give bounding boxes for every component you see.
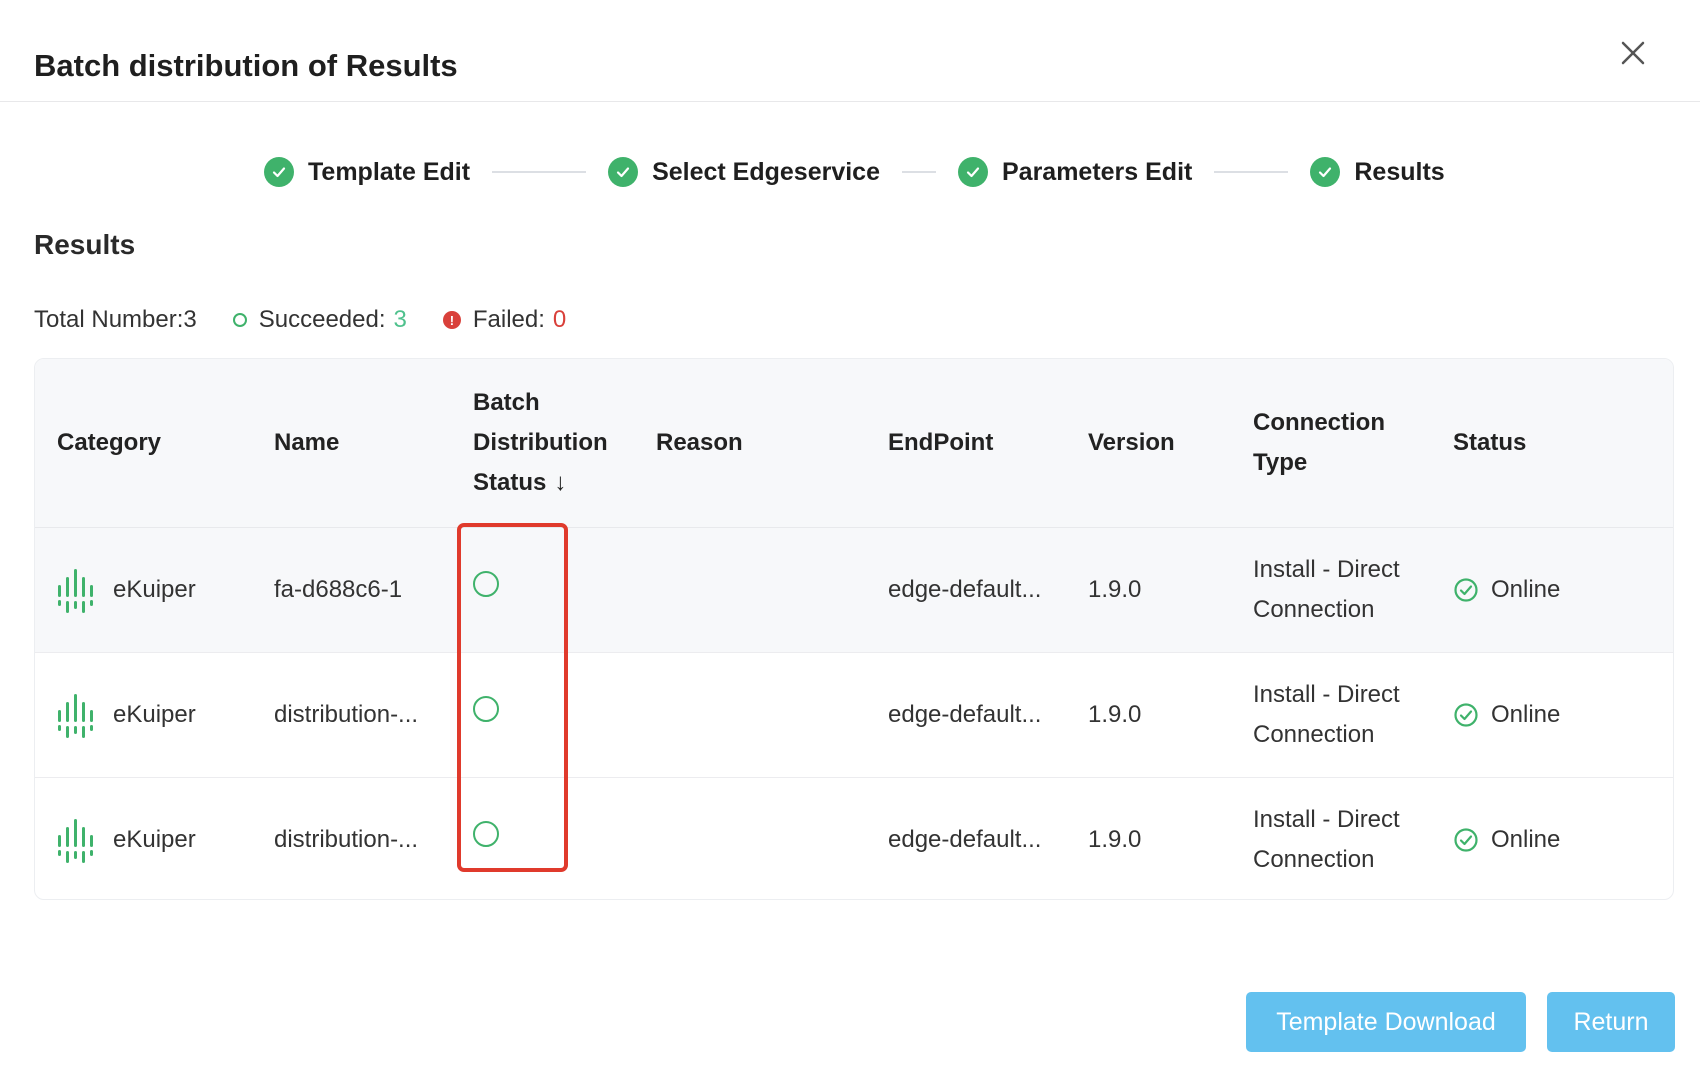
check-circle-icon [957,157,988,187]
version-cell: 1.9.0 [1088,825,1142,853]
table-row[interactable]: eKuiper distribution-... edge-default...… [35,777,1673,899]
step-divider [1214,171,1289,173]
total-number: Total Number:3 [34,306,197,334]
reason-cell [634,652,866,777]
step-select-edgeservice: Select Edgeservice [608,157,880,187]
check-circle-icon [1310,157,1341,187]
column-header-endpoint: EndPoint [866,359,1066,528]
succeeded-count: Succeeded: 3 [232,306,407,334]
step-template-edit: Template Edit [264,157,470,187]
status-label: Online [1491,575,1561,603]
table-row[interactable]: eKuiper fa-d688c6-1 edge-default... 1.9.… [35,527,1673,652]
ekuiper-logo-icon [58,693,93,738]
column-header-version: Version [1066,359,1231,528]
category-cell: eKuiper [35,527,252,652]
step-divider [901,171,936,173]
results-table: Category Name Batch Distribution Status ↓… [34,358,1674,900]
failed-label: Failed: [472,306,545,333]
column-header-status: Status [1431,359,1673,528]
ekuiper-logo-icon [58,818,93,863]
status-label: Online [1491,825,1561,853]
success-circle-icon [232,313,247,327]
name-cell: distribution-... [274,700,419,728]
template-download-button[interactable]: Template Download [1246,992,1526,1052]
steps-bar: Template Edit Select Edgeservice Paramet… [264,152,1445,192]
error-icon: ! [442,311,461,329]
version-cell: 1.9.0 [1088,700,1142,728]
succeeded-label: Succeeded: [258,306,386,333]
close-button[interactable] [1618,38,1648,68]
failed-value: 0 [552,306,567,333]
succeeded-value: 3 [393,306,407,333]
category-label: eKuiper [113,700,196,728]
results-section-title: Results [34,229,136,260]
name-cell: fa-d688c6-1 [274,575,403,603]
ekuiper-logo-icon [58,568,93,613]
step-parameters-edit: Parameters Edit [957,157,1193,187]
check-circle-outline-icon [1454,577,1478,602]
connection-type-cell: Install - Direct Connection [1253,805,1400,873]
endpoint-cell: edge-default... [888,825,1042,853]
column-header-name: Name [252,359,451,528]
table-row[interactable]: eKuiper distribution-... edge-default...… [35,652,1673,777]
column-header-category: Category [35,359,252,528]
success-circle-icon [473,695,499,722]
column-header-batch-status[interactable]: Batch Distribution Status ↓ [451,359,634,528]
connection-type-cell: Install - Direct Connection [1253,555,1400,623]
dialog-header: Batch distribution of Results [0,0,1700,102]
column-header-connection-type: Connection Type [1231,359,1431,528]
column-header-reason: Reason [634,359,866,528]
close-icon [1621,41,1645,65]
total-label: Total Number:3 [34,306,197,333]
batch-status-cell [451,652,634,777]
step-label: Template Edit [308,157,471,186]
success-circle-icon [473,820,499,847]
category-label: eKuiper [113,575,196,603]
category-cell: eKuiper [35,652,252,777]
connection-type-cell: Install - Direct Connection [1253,680,1400,748]
step-label: Results [1354,157,1445,186]
step-label: Parameters Edit [1001,157,1193,186]
status-cell: Online [1431,777,1673,899]
endpoint-cell: edge-default... [888,575,1042,603]
step-divider [492,171,587,173]
status-cell: Online [1431,652,1673,777]
failed-count: ! Failed: 0 [442,306,567,334]
check-circle-outline-icon [1454,702,1478,727]
batch-status-cell [451,777,634,899]
status-label: Online [1491,700,1561,728]
reason-cell [634,527,866,652]
step-label: Select Edgeservice [652,157,880,186]
check-circle-icon [608,157,639,187]
dialog-title: Batch distribution of Results [34,48,458,83]
reason-cell [634,777,866,899]
success-circle-icon [473,570,499,597]
endpoint-cell: edge-default... [888,700,1042,728]
results-summary: Total Number:3 Succeeded: 3 ! Failed: 0 [34,300,602,340]
name-cell: distribution-... [274,825,419,853]
return-button[interactable]: Return [1547,992,1675,1052]
status-cell: Online [1431,527,1673,652]
sort-down-icon[interactable]: ↓ [554,463,566,503]
batch-status-cell [451,527,634,652]
step-results: Results [1310,157,1445,187]
category-label: eKuiper [113,825,196,853]
version-cell: 1.9.0 [1088,575,1142,603]
check-circle-outline-icon [1454,828,1478,852]
table-header-row: Category Name Batch Distribution Status ↓… [35,359,1673,528]
category-cell: eKuiper [35,777,252,899]
batch-distribution-dialog: Batch distribution of Results Template E… [0,0,1700,1070]
check-circle-icon [264,157,294,187]
